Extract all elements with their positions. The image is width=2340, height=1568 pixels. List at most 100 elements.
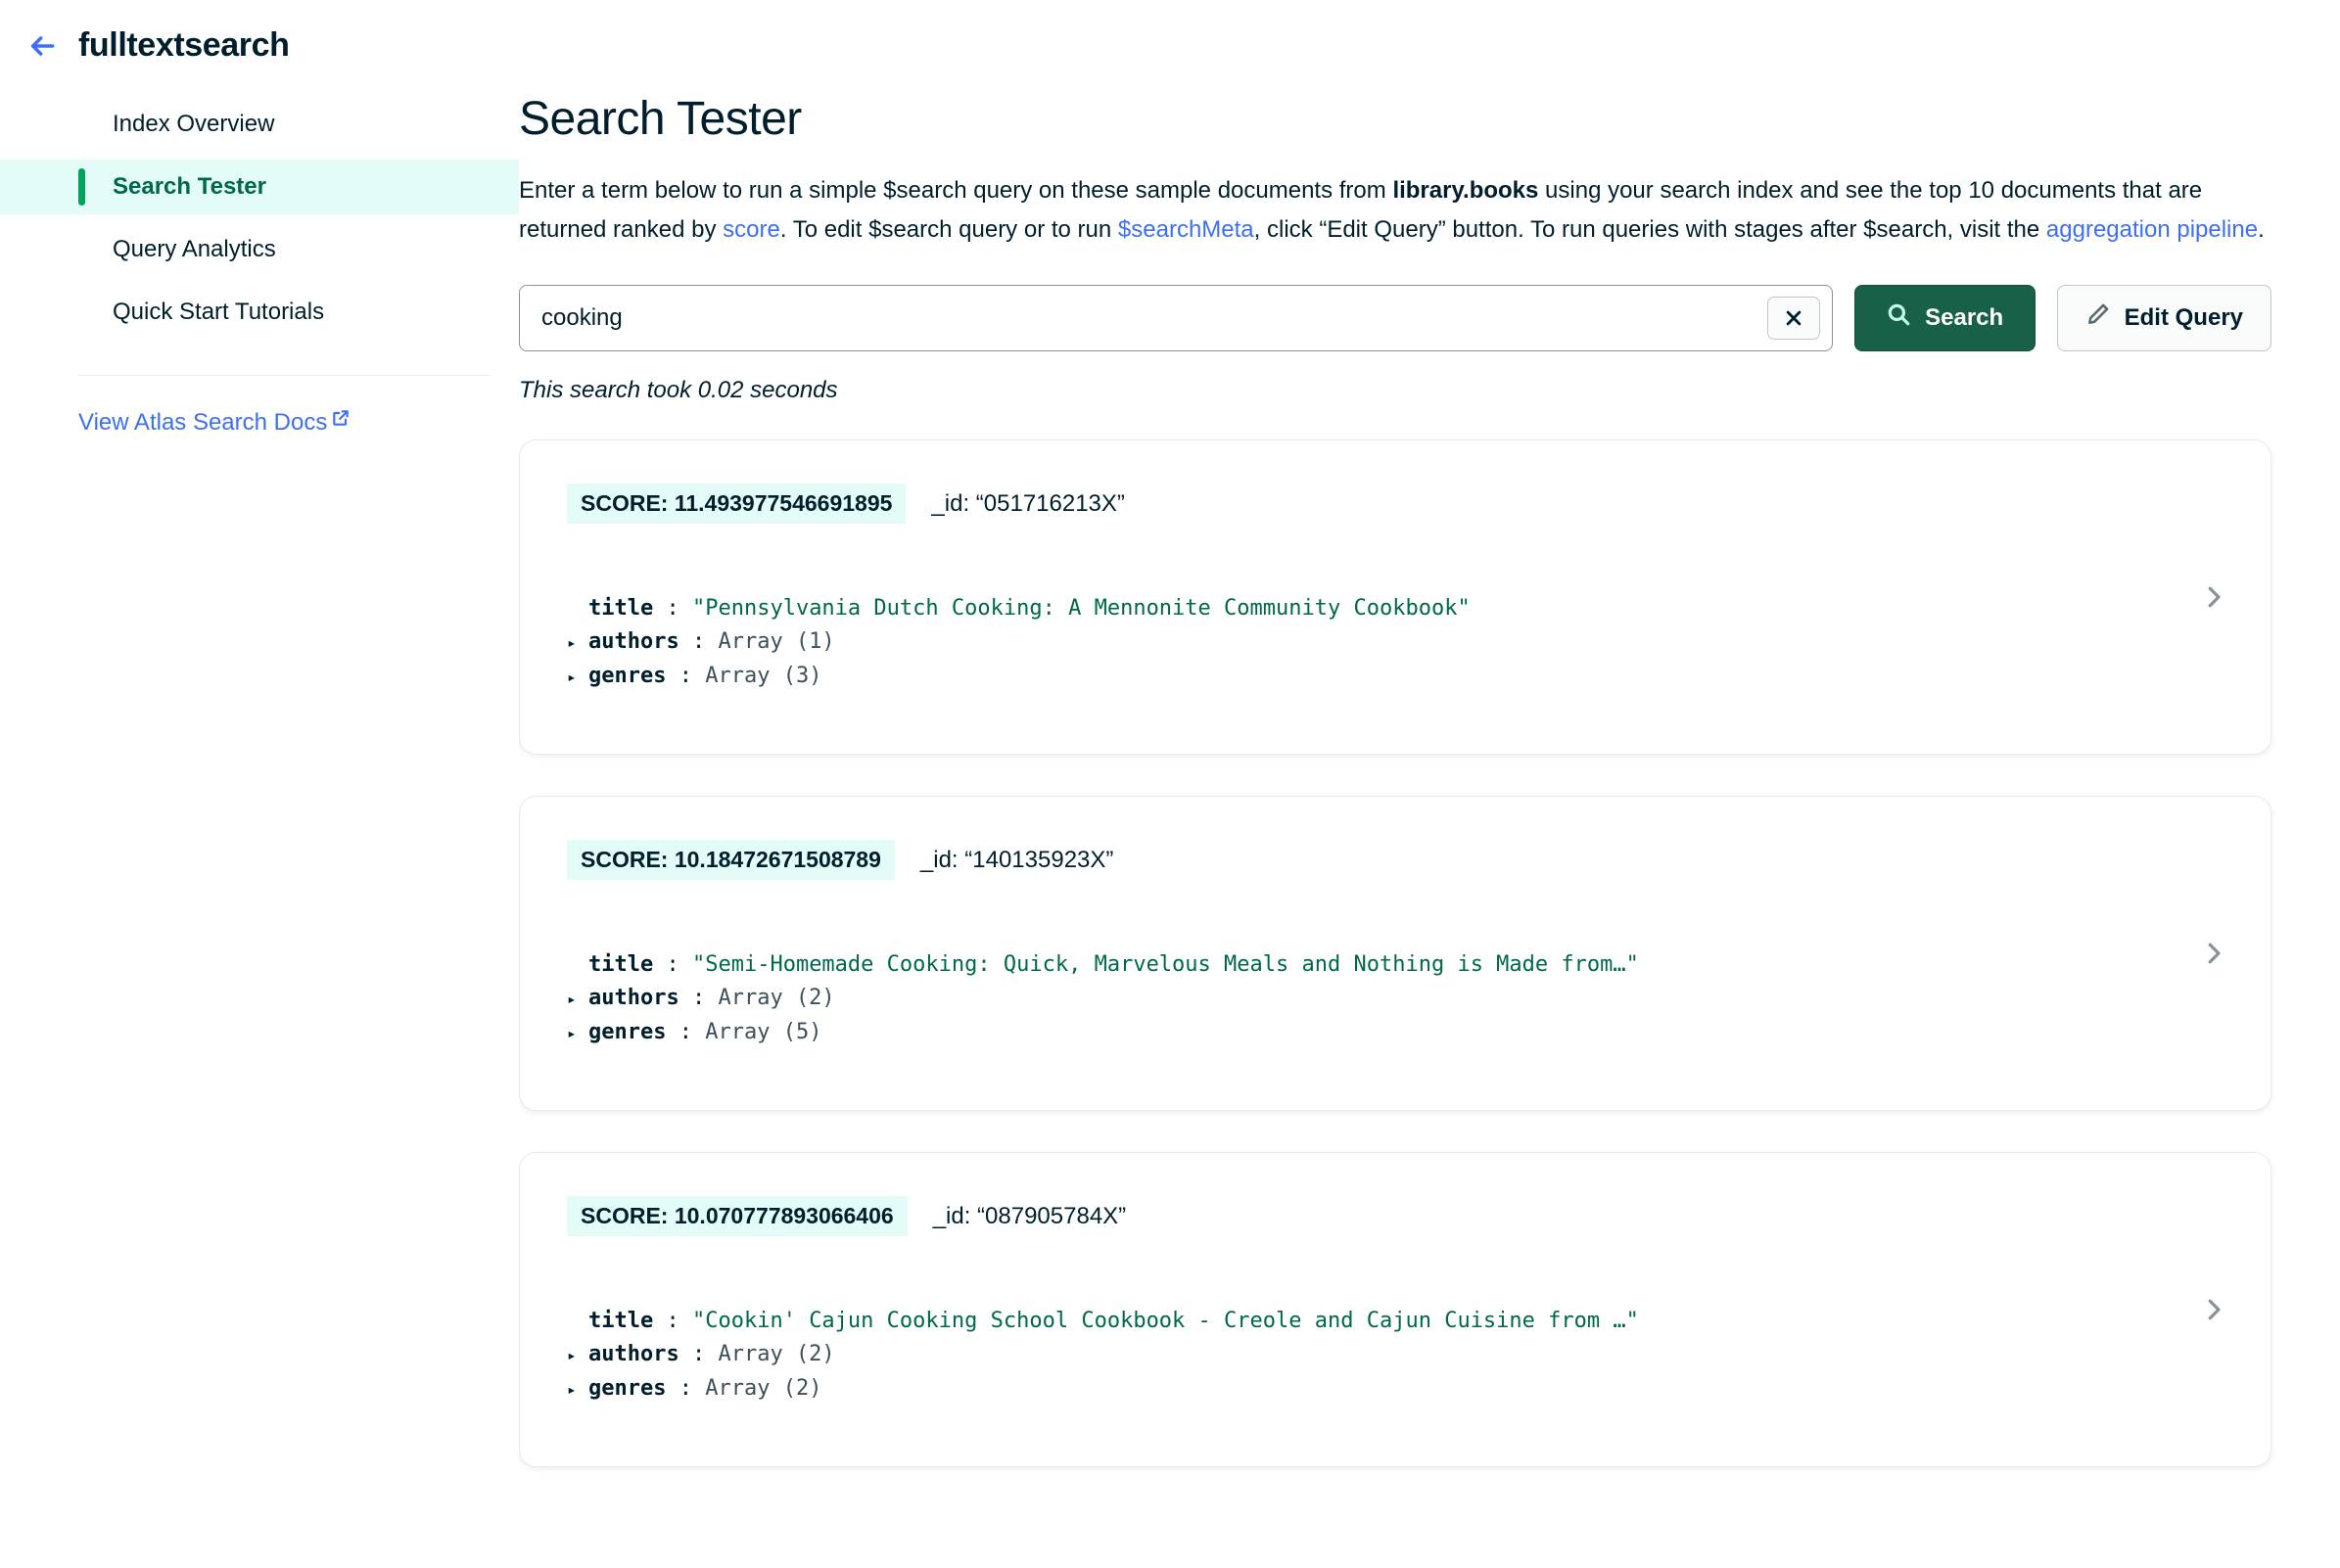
- chevron-right-icon[interactable]: ▸: [567, 983, 588, 1016]
- document-field-row[interactable]: ▸ authors : Array (2): [567, 982, 2270, 1016]
- field-key: genres: [588, 1020, 667, 1045]
- sidebar-item-label: Query Analytics: [113, 236, 276, 263]
- result-header: SCORE: 10.18472671508789 _id: “140135923…: [567, 839, 2270, 881]
- search-bar-row: Search Edit Query: [519, 284, 2271, 351]
- score-badge: SCORE: 10.18472671508789: [567, 839, 895, 881]
- sidebar-nav: Index Overview Search Tester Query Analy…: [0, 97, 519, 340]
- sidebar: fulltextsearch Index Overview Search Tes…: [0, 0, 519, 1568]
- field-value: "Semi-Homemade Cooking: Quick, Marvelous…: [691, 952, 1639, 978]
- sidebar-item-search-tester[interactable]: Search Tester: [0, 160, 519, 215]
- score-link[interactable]: score: [723, 216, 780, 243]
- desc-part-3: . To edit $search query or to run: [779, 215, 1118, 243]
- field-value: Array (2): [705, 1376, 822, 1402]
- edit-query-button[interactable]: Edit Query: [2056, 284, 2271, 351]
- sidebar-divider: [78, 375, 490, 377]
- aggregation-pipeline-link[interactable]: aggregation pipeline: [2046, 216, 2258, 243]
- result-header: SCORE: 11.493977546691895 _id: “05171621…: [567, 483, 2270, 525]
- document-field-row: title : "Pennsylvania Dutch Cooking: A M…: [567, 592, 2270, 625]
- chevron-right-icon[interactable]: ▸: [567, 626, 588, 660]
- search-button[interactable]: Search: [1853, 284, 2036, 351]
- edit-query-button-label: Edit Query: [2124, 303, 2243, 331]
- search-tester-page: fulltextsearch Index Overview Search Tes…: [0, 0, 2340, 1568]
- field-separator: :: [679, 986, 719, 1011]
- search-button-label: Search: [1925, 303, 2004, 331]
- document-field-row[interactable]: ▸ genres : Array (3): [567, 660, 2270, 694]
- search-duration-text: This search took 0.02 seconds: [519, 376, 838, 403]
- sidebar-item-index-overview[interactable]: Index Overview: [0, 97, 519, 152]
- document-field-row[interactable]: ▸ genres : Array (5): [567, 1016, 2270, 1050]
- field-key: title: [588, 596, 654, 622]
- document-field-row[interactable]: ▸ authors : Array (2): [567, 1338, 2270, 1372]
- sidebar-item-query-analytics[interactable]: Query Analytics: [0, 222, 519, 277]
- document-field-row[interactable]: ▸ authors : Array (1): [567, 625, 2270, 660]
- search-result-card[interactable]: SCORE: 10.18472671508789 _id: “140135923…: [519, 795, 2271, 1111]
- field-separator: :: [679, 1342, 719, 1367]
- document-preview: title : "Pennsylvania Dutch Cooking: A M…: [567, 592, 2270, 694]
- chevron-right-icon[interactable]: ▸: [567, 661, 588, 694]
- chevron-right-icon[interactable]: ▸: [567, 1017, 588, 1050]
- field-value: Array (5): [705, 1020, 822, 1045]
- main-content: Search Tester Enter a term below to run …: [519, 0, 2340, 1568]
- field-separator: :: [653, 596, 692, 622]
- sidebar-header: fulltextsearch: [0, 26, 519, 64]
- page-title-breadcrumb: fulltextsearch: [78, 26, 290, 64]
- expand-result-chevron-right-icon[interactable]: [2194, 577, 2233, 617]
- result-header: SCORE: 10.070777893066406 _id: “08790578…: [567, 1195, 2270, 1237]
- docs-link-label: View Atlas Search Docs: [78, 409, 328, 437]
- expand-result-chevron-right-icon[interactable]: [2194, 1290, 2233, 1329]
- document-field-row: title : "Cookin' Cajun Cooking School Co…: [567, 1305, 2270, 1338]
- field-key: title: [588, 952, 654, 978]
- field-separator: :: [666, 664, 706, 689]
- page-title: Search Tester: [519, 93, 802, 145]
- search-meta-link[interactable]: $searchMeta: [1118, 216, 1254, 243]
- field-key: authors: [588, 629, 679, 655]
- field-key: title: [588, 1309, 654, 1334]
- pencil-icon: [2085, 301, 2111, 334]
- field-value: Array (3): [705, 664, 822, 689]
- desc-part-5: .: [2258, 215, 2265, 243]
- page-description: Enter a term below to run a simple $sear…: [519, 171, 2271, 250]
- search-result-card[interactable]: SCORE: 10.070777893066406 _id: “08790578…: [519, 1151, 2271, 1467]
- chevron-right-icon[interactable]: ▸: [567, 1373, 588, 1407]
- desc-part-1: Enter a term below to run a simple $sear…: [519, 176, 1393, 204]
- field-separator: :: [666, 1376, 706, 1402]
- desc-namespace: library.books: [1392, 176, 1539, 204]
- search-result-card[interactable]: SCORE: 11.493977546691895 _id: “05171621…: [519, 438, 2271, 755]
- search-icon: [1886, 301, 1911, 334]
- document-id: _id: “140135923X”: [919, 846, 1114, 873]
- document-preview: title : "Semi-Homemade Cooking: Quick, M…: [567, 948, 2270, 1050]
- field-key: authors: [588, 986, 679, 1011]
- sidebar-item-label: Quick Start Tutorials: [113, 299, 325, 326]
- field-value: "Cookin' Cajun Cooking School Cookbook -…: [691, 1309, 1639, 1334]
- document-id: _id: “051716213X”: [931, 489, 1125, 517]
- search-field: [519, 284, 1833, 351]
- score-badge: SCORE: 11.493977546691895: [567, 483, 907, 525]
- field-separator: :: [666, 1020, 706, 1045]
- chevron-right-icon[interactable]: ▸: [567, 1339, 588, 1372]
- document-id: _id: “087905784X”: [932, 1202, 1127, 1229]
- field-separator: :: [679, 629, 719, 655]
- field-separator: :: [653, 1309, 692, 1334]
- field-key: genres: [588, 664, 667, 689]
- field-value: Array (2): [718, 986, 835, 1011]
- search-results-list: SCORE: 11.493977546691895 _id: “05171621…: [519, 438, 2271, 1467]
- field-value: "Pennsylvania Dutch Cooking: A Mennonite…: [691, 596, 1471, 622]
- external-link-icon: [331, 407, 351, 435]
- field-key: authors: [588, 1342, 679, 1367]
- arrow-left-icon[interactable]: [25, 29, 59, 63]
- sidebar-item-quick-start-tutorials[interactable]: Quick Start Tutorials: [0, 285, 519, 340]
- field-separator: :: [653, 952, 692, 978]
- sidebar-item-label: Index Overview: [113, 111, 275, 138]
- field-value: Array (1): [718, 629, 835, 655]
- document-field-row: title : "Semi-Homemade Cooking: Quick, M…: [567, 948, 2270, 982]
- clear-search-button[interactable]: [1766, 296, 1820, 340]
- view-atlas-search-docs-link[interactable]: View Atlas Search Docs: [78, 409, 351, 437]
- field-value: Array (2): [718, 1342, 835, 1367]
- document-preview: title : "Cookin' Cajun Cooking School Co…: [567, 1305, 2270, 1407]
- search-input[interactable]: [520, 285, 1832, 350]
- sidebar-item-label: Search Tester: [113, 173, 266, 201]
- score-badge: SCORE: 10.070777893066406: [567, 1195, 908, 1237]
- desc-part-4: , click “Edit Query” button. To run quer…: [1253, 215, 2046, 243]
- document-field-row[interactable]: ▸ genres : Array (2): [567, 1372, 2270, 1407]
- expand-result-chevron-right-icon[interactable]: [2194, 934, 2233, 973]
